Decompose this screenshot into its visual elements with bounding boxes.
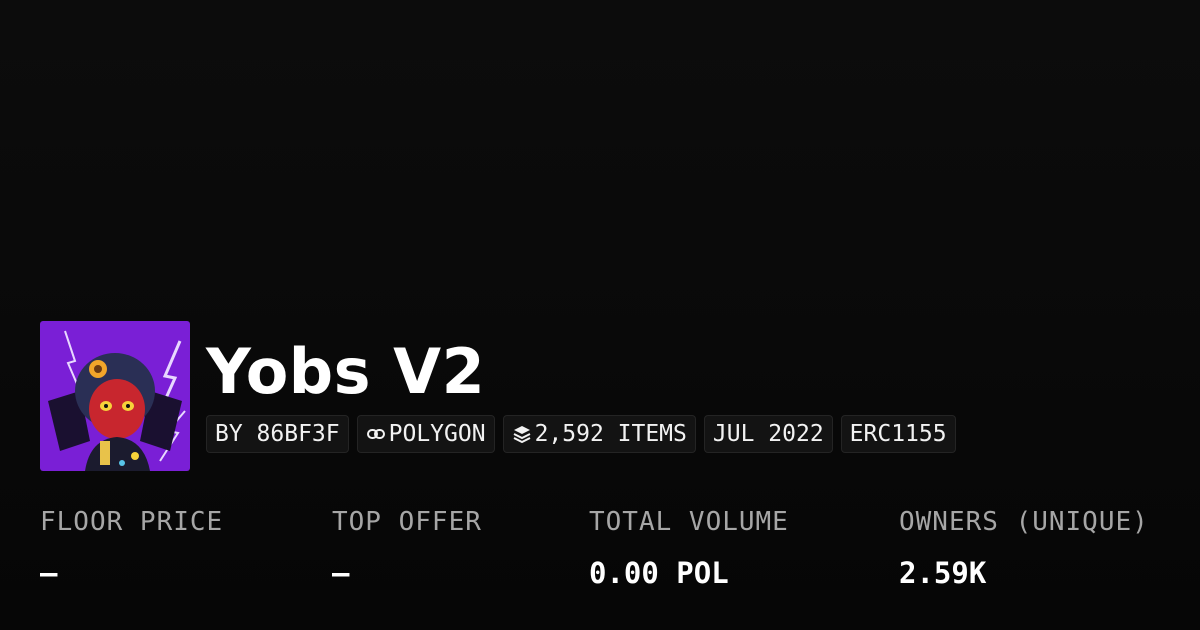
chain-label: POLYGON	[388, 421, 486, 447]
items-label: 2,592 ITEMS	[534, 421, 687, 447]
stat-value: 2.59K	[899, 556, 987, 590]
items-badge[interactable]: 2,592 ITEMS	[502, 415, 696, 453]
stat-label: TOTAL VOLUME	[589, 507, 789, 537]
standard-badge: ERC1155	[840, 415, 956, 453]
layers-icon	[512, 424, 532, 444]
standard-label: ERC1155	[849, 421, 947, 447]
date-badge: JUL 2022	[703, 415, 833, 453]
date-label: JUL 2022	[712, 421, 824, 447]
creator-badge[interactable]: BY 86BF3F	[206, 415, 349, 453]
creator-label: BY 86BF3F	[215, 421, 340, 447]
stat-label: TOP OFFER	[332, 507, 482, 537]
stat-top-offer: TOP OFFER –	[332, 505, 482, 593]
stat-total-volume: TOTAL VOLUME 0.00 POL	[589, 505, 789, 593]
stat-label: OWNERS (UNIQUE)	[899, 507, 1149, 537]
collection-avatar	[40, 321, 190, 471]
collection-title: Yobs V2	[206, 335, 486, 408]
link-icon	[366, 424, 386, 444]
stat-floor-price: FLOOR PRICE –	[40, 505, 223, 593]
stat-value: 0.00 POL	[589, 556, 729, 590]
collection-badges: BY 86BF3F POLYGON 2,592 ITEMS JUL 2022 E…	[206, 415, 956, 453]
chain-badge[interactable]: POLYGON	[356, 415, 495, 453]
stat-label: FLOOR PRICE	[40, 507, 224, 537]
stat-value: –	[40, 556, 58, 590]
stat-owners: OWNERS (UNIQUE) 2.59K	[899, 505, 1149, 593]
avatar-character-art	[40, 321, 190, 471]
stat-value: –	[332, 556, 350, 590]
